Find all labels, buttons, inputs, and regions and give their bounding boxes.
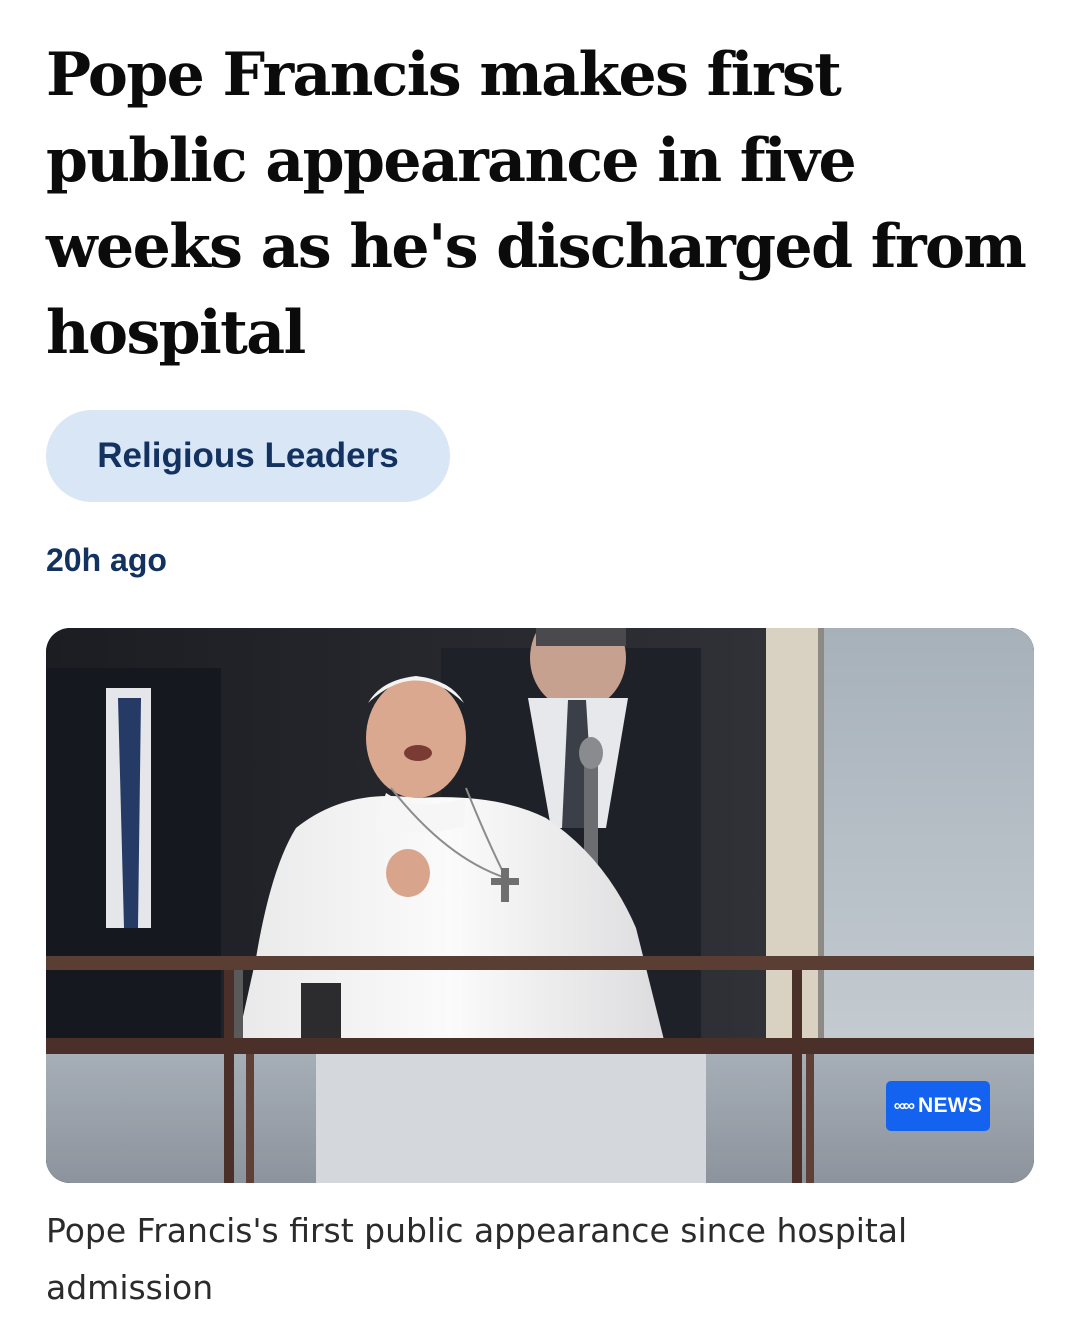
- abc-news-badge: ∞∞ NEWS: [886, 1081, 990, 1131]
- article-video-thumbnail[interactable]: ∞∞ NEWS: [46, 628, 1034, 1183]
- topic-tag-button[interactable]: Religious Leaders: [46, 410, 450, 502]
- image-caption: Pope Francis's first public appearance s…: [46, 1211, 908, 1307]
- article-headline[interactable]: Pope Francis makes first public appearan…: [46, 32, 1036, 376]
- article-timestamp: 20h ago: [46, 542, 167, 578]
- news-badge-label: NEWS: [918, 1094, 983, 1117]
- article-card[interactable]: Pope Francis makes first public appearan…: [46, 32, 1036, 1307]
- abc-logo-icon: ∞∞: [893, 1096, 915, 1115]
